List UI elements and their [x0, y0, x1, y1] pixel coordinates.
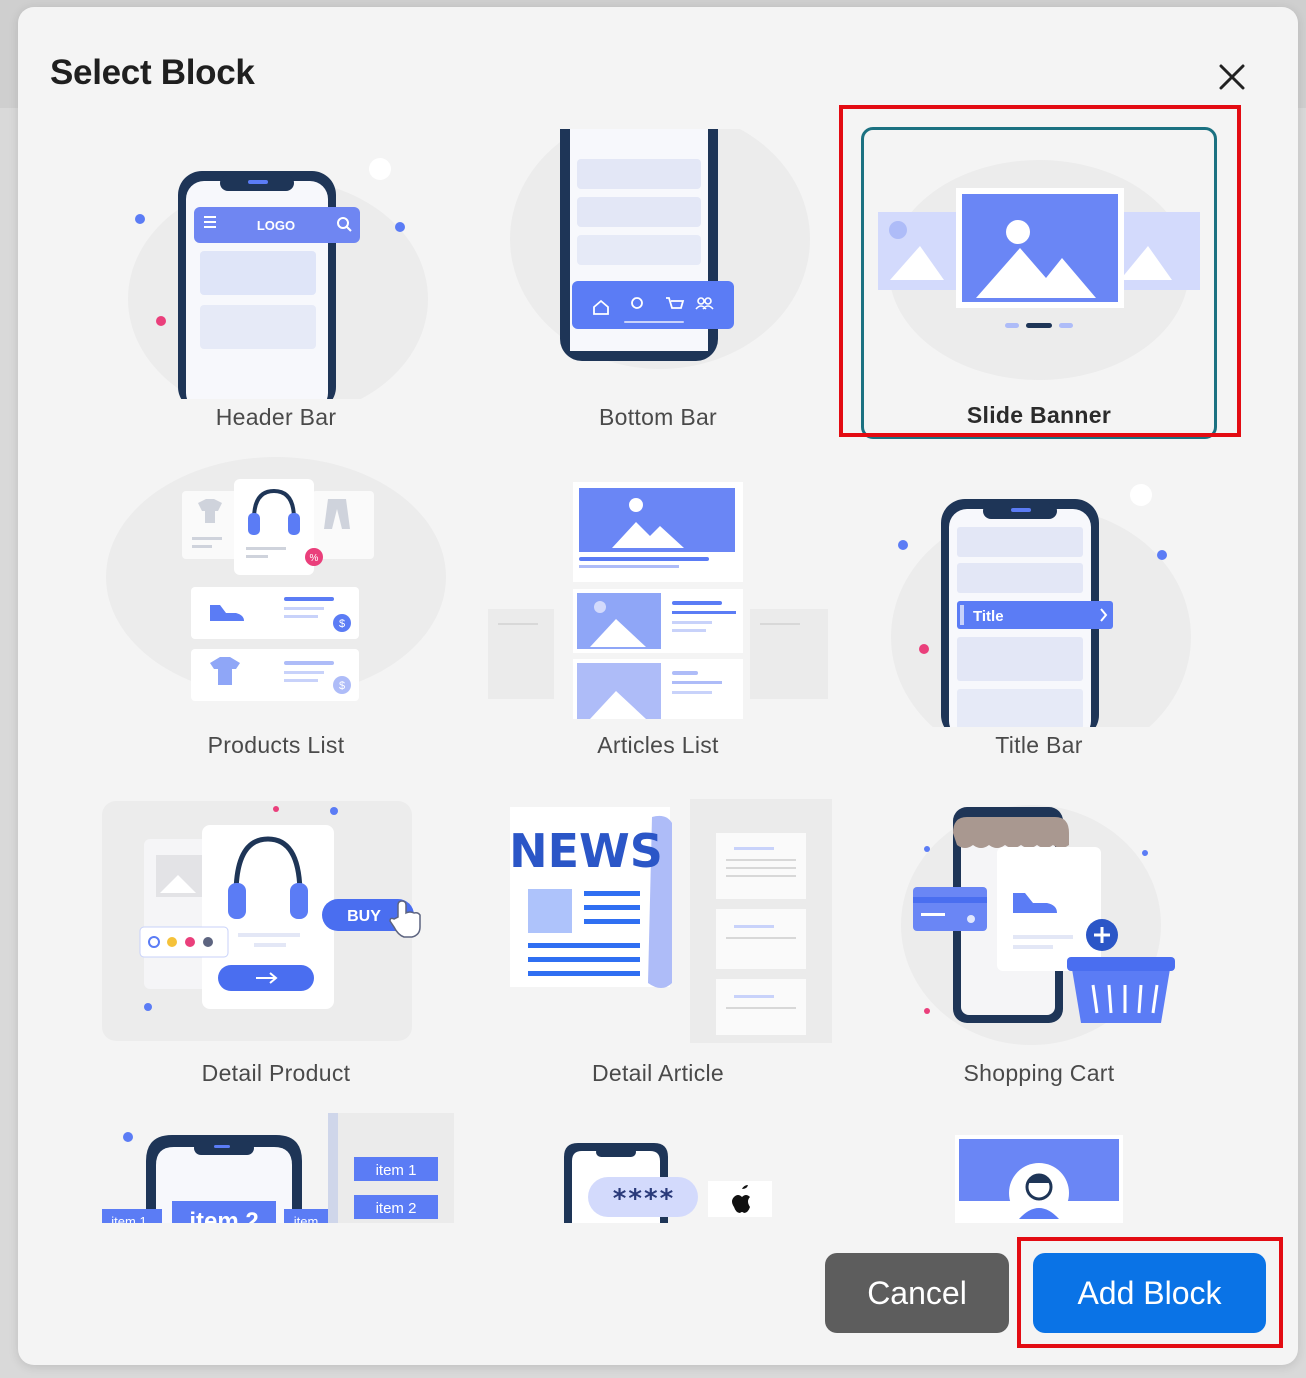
title-bar-illustration: Title — [891, 484, 1191, 727]
block-label: Products List — [207, 732, 345, 758]
tabs-illustration: item 1 item 2 item item 1 item 2 — [102, 1113, 454, 1223]
svg-text:$: $ — [339, 618, 345, 630]
logo-text: LOGO — [257, 218, 295, 233]
articles-list-illustration — [488, 482, 828, 719]
svg-text:%: % — [310, 553, 319, 564]
tab-label: item 1 — [111, 1214, 146, 1223]
login-illustration: **** — [564, 1143, 772, 1223]
shopping-cart-illustration — [901, 805, 1175, 1045]
tab-label: item 2 — [376, 1200, 417, 1217]
block-tile-profile[interactable] — [861, 1113, 1217, 1223]
block-tile-articles-list[interactable]: Articles List — [480, 457, 836, 769]
block-tile-title-bar[interactable]: Title Title Bar — [861, 457, 1217, 769]
cancel-button[interactable]: Cancel — [825, 1253, 1009, 1333]
block-tile-login[interactable]: **** — [480, 1113, 836, 1223]
header-bar-illustration: LOGO — [128, 158, 428, 399]
news-text: NEWS — [509, 824, 663, 878]
block-grid: LOGO Header Bar Bottom Bar Slide Banner … — [18, 111, 1298, 1223]
dialog-title: Select Block — [50, 53, 255, 92]
detail-product-illustration: BUY — [102, 801, 421, 1041]
close-icon — [1219, 64, 1245, 90]
tab-label: item 1 — [376, 1162, 417, 1179]
profile-illustration — [955, 1135, 1123, 1223]
block-tile-detail-article[interactable]: NEWS Detail Article — [480, 785, 836, 1097]
block-tile-detail-product[interactable]: BUY Detail Product — [98, 785, 454, 1097]
title-bar-text: Title — [973, 608, 1004, 625]
close-button[interactable] — [1212, 57, 1252, 97]
block-label: Detail Product — [201, 1060, 351, 1086]
block-tile-shopping-cart[interactable]: Shopping Cart — [861, 785, 1217, 1097]
block-tile-bottom-bar[interactable]: Bottom Bar — [480, 129, 836, 441]
password-mask: **** — [612, 1184, 675, 1214]
block-label: Articles List — [597, 732, 719, 758]
products-list-illustration: % $ $ — [106, 457, 446, 701]
block-label: Detail Article — [591, 1060, 725, 1086]
add-block-button[interactable]: Add Block — [1033, 1253, 1266, 1333]
tab-label: item — [294, 1214, 319, 1223]
block-tile-slide-banner[interactable]: Slide Banner — [861, 127, 1217, 439]
svg-text:$: $ — [339, 680, 345, 692]
bottom-bar-illustration — [510, 129, 810, 369]
block-label: Header Bar — [215, 404, 337, 430]
block-label: Title Bar — [995, 732, 1083, 758]
block-label: Slide Banner — [966, 402, 1112, 428]
block-tile-products-list[interactable]: % $ $ Products List — [98, 457, 454, 769]
block-label: Shopping Cart — [963, 1060, 1115, 1086]
slide-banner-illustration — [878, 160, 1200, 380]
select-block-dialog: Select Block LOGO Header Bar Bottom Bar … — [18, 7, 1298, 1365]
tab-label: item 2 — [189, 1208, 258, 1223]
detail-article-illustration: NEWS — [509, 799, 832, 1043]
buy-button-text: BUY — [347, 908, 381, 925]
block-label: Bottom Bar — [598, 404, 718, 430]
block-tile-header-bar[interactable]: LOGO Header Bar — [98, 129, 454, 441]
block-tile-tabs[interactable]: item 1 item 2 item item 1 item 2 — [98, 1113, 454, 1223]
